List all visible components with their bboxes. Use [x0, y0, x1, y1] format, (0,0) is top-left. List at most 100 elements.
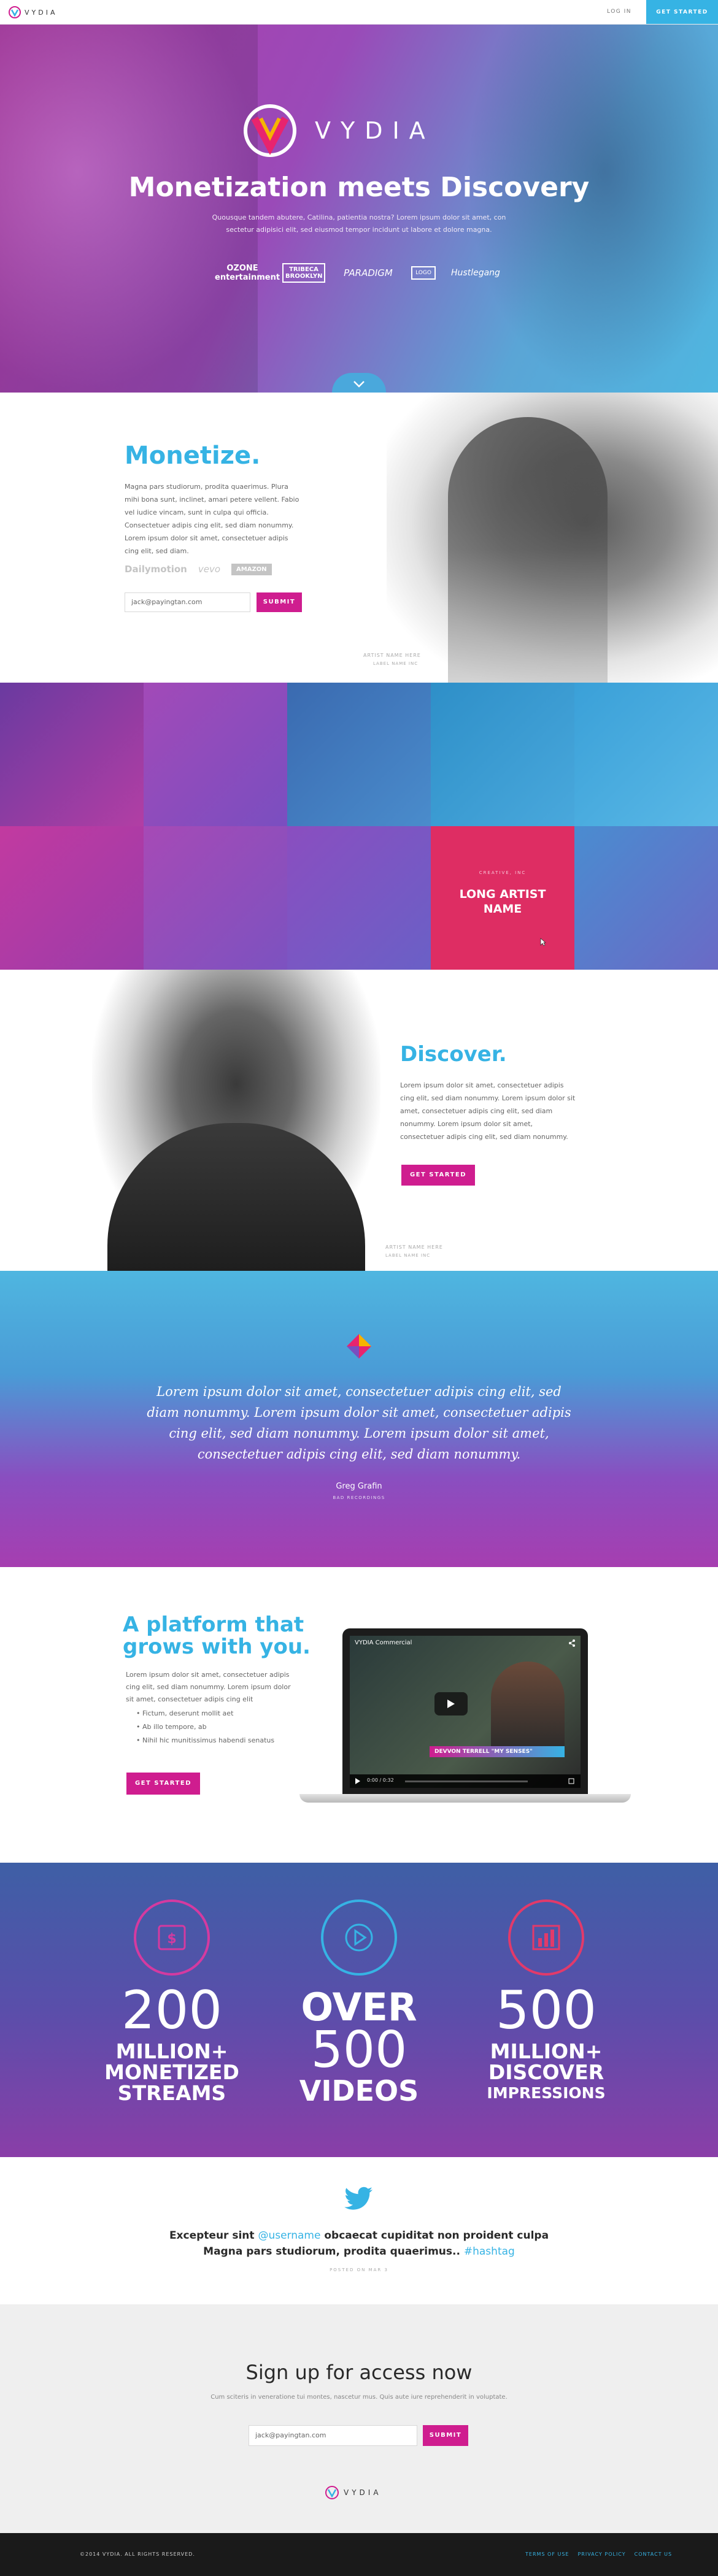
artist-tile[interactable] [0, 826, 144, 970]
video-caption: DEVVON TERRELL "MY SENSES" [430, 1746, 565, 1757]
twitter-bird-icon[interactable] [344, 2187, 374, 2211]
tweet-posted: POSTED ON MAR 3 [330, 2267, 388, 2272]
partner-vevo: vevo [198, 564, 221, 575]
discover-artist-photo [92, 970, 380, 1271]
discover-get-started-button[interactable]: GET STARTED [401, 1165, 475, 1186]
featured-name-2: NAME [483, 902, 522, 916]
footer-brand: VYDIA [344, 2488, 382, 2497]
tweet-line-2: Magna pars studiorum, prodita quaerimus.… [0, 2245, 718, 2258]
signup-subtitle: Cum sciteris in veneratione tui montes, … [210, 2394, 508, 2401]
logo-ozone: OZONE entertainment [215, 264, 280, 282]
artist-tile[interactable] [0, 683, 144, 826]
stat-line: VIDEOS [299, 2074, 419, 2107]
platform-section: A platform that grows with you. Lorem ip… [0, 1567, 718, 1863]
chart-icon [532, 1925, 560, 1950]
nav-logo[interactable]: VYDIA [9, 6, 57, 18]
play-icon [345, 1923, 373, 1952]
hero-logo: VYDIA [242, 103, 435, 158]
tweet-text: Excepteur sint [169, 2229, 258, 2242]
laptop-screen: VYDIA Commercial DEVVON TERRELL "MY SENS… [342, 1628, 588, 1794]
login-link[interactable]: LOG IN [607, 9, 631, 15]
footer-links: TERMS OF USE PRIVACY POLICY CONTACT US [525, 2551, 672, 2557]
hero-brand: VYDIA [315, 117, 435, 144]
logo-hustlegang: Hustlegang [451, 268, 500, 278]
footer-logo[interactable]: VYDIA [325, 2486, 382, 2499]
partner-logos: Dailymotion vevo AMAZON [125, 561, 309, 577]
artist-tile[interactable] [144, 683, 287, 826]
quote-section: Lorem ipsum dolor sit amet, consectetuer… [0, 1271, 718, 1567]
artist-tile[interactable] [431, 683, 574, 826]
hero-logos: OZONE entertainment TRIBECA BROOKLYN PAR… [215, 255, 503, 291]
logo-paradigm: PARADIGM [344, 267, 393, 278]
footer-link-privacy[interactable]: PRIVACY POLICY [577, 2551, 625, 2557]
dollar-icon: $ [158, 1925, 186, 1950]
hero-section: VYDIA Monetization meets Discovery Quous… [0, 25, 718, 393]
stat-number: 500 [311, 2021, 407, 2079]
featured-artist-tile[interactable]: CREATIVE, INC LONG ARTIST NAME [431, 826, 574, 970]
hero-photo-right [466, 25, 718, 393]
video-progress[interactable] [405, 1781, 528, 1782]
discover-section: ARTIST NAME HERE LABEL NAME INC Discover… [0, 970, 718, 1271]
stats-section: $ 200 MILLION+ MONETIZED STREAMS OVER 50… [0, 1863, 718, 2157]
stat-monetized: $ 200 MILLION+ MONETIZED STREAMS [98, 1899, 245, 2133]
discover-credit-2: LABEL NAME INC [385, 1253, 431, 1258]
signup-title: Sign up for access now [245, 2361, 473, 2384]
featured-name-1: LONG ARTIST [459, 887, 546, 901]
logo-badge: LOGO [411, 266, 436, 280]
chart-circle [508, 1899, 584, 1976]
signup-submit-button[interactable]: SUBMIT [423, 2425, 468, 2446]
play-icon[interactable] [355, 1778, 361, 1784]
signup-email-input[interactable]: jack@payingtan.com [249, 2425, 417, 2446]
artist-tile[interactable] [287, 683, 431, 826]
top-nav: VYDIA LOG IN GET STARTED [0, 0, 718, 25]
svg-text:$: $ [167, 1931, 176, 1947]
platform-title-1: A platform that [123, 1612, 304, 1637]
footer-link-terms[interactable]: TERMS OF USE [525, 2551, 569, 2557]
artist-grid: CREATIVE, INC LONG ARTIST NAME [0, 683, 718, 970]
vydia-logo-icon [325, 2486, 339, 2499]
logo-tribeca: TRIBECA BROOKLYN [282, 263, 325, 283]
platform-title-2: grows with you. [123, 1635, 311, 1659]
artist-tile[interactable] [144, 826, 287, 970]
video-time: 0:00 / 0:32 [367, 1777, 394, 1783]
artist-silhouette [448, 417, 608, 683]
monetize-artist-photo [387, 393, 718, 683]
artist-tile[interactable] [574, 826, 718, 970]
partner-dailymotion: Dailymotion [125, 564, 187, 575]
video-controls[interactable]: 0:00 / 0:32 [350, 1774, 581, 1788]
platform-bullet: • Nihil hic munitissimus habendi senatus [136, 1736, 275, 1744]
chevron-down-icon [353, 381, 365, 388]
vydia-logo-icon [9, 6, 21, 18]
platform-get-started-button[interactable]: GET STARTED [126, 1773, 200, 1795]
tweet-hashtag[interactable]: #hashtag [464, 2245, 515, 2258]
fullscreen-icon[interactable] [568, 1778, 574, 1784]
share-icon[interactable] [568, 1639, 576, 1647]
platform-body: Lorem ipsum dolor sit amet, consectetuer… [126, 1671, 291, 1703]
monetize-credit-1: ARTIST NAME HERE [363, 653, 421, 658]
copyright: ©2014 VYDIA. ALL RIGHTS RESERVED. [80, 2551, 195, 2557]
monetize-body: Magna pars studiorum, prodita quaerimus.… [125, 483, 299, 555]
monetize-submit-button[interactable]: SUBMIT [257, 592, 302, 612]
stat-videos: OVER 500 VIDEOS [285, 1899, 433, 2133]
stat-line: DISCOVER [488, 2060, 604, 2084]
partner-amazon: AMAZON [231, 563, 272, 575]
nav-get-started-button[interactable]: GET STARTED [646, 0, 718, 24]
platform-bullet: • Fictum, deserunt mollit aet [136, 1709, 234, 1717]
artist-tile[interactable] [574, 683, 718, 826]
stat-line: MILLION+ [490, 2039, 603, 2063]
tweet-mention[interactable]: @username [258, 2229, 320, 2242]
hero-subtitle-1: Quousque tandem abutere, Catilina, patie… [212, 213, 506, 221]
video-title: VYDIA Commercial [355, 1639, 412, 1646]
video-player[interactable]: VYDIA Commercial DEVVON TERRELL "MY SENS… [350, 1636, 581, 1788]
signup-section: Sign up for access now Cum sciteris in v… [0, 2304, 718, 2533]
footer-link-contact[interactable]: CONTACT US [635, 2551, 672, 2557]
tweet-line-1: Excepteur sint @username obcaecat cupidi… [0, 2229, 718, 2242]
quote-role: BAD RECORDINGS [333, 1495, 385, 1500]
monetize-email-input[interactable]: jack@payingtan.com [125, 592, 250, 612]
quote-text: Lorem ipsum dolor sit amet, consectetuer… [147, 1384, 571, 1462]
stat-number: 500 [495, 1980, 597, 2041]
scroll-down-button[interactable] [332, 373, 386, 393]
artist-tile[interactable] [287, 826, 431, 970]
play-button[interactable] [434, 1692, 468, 1715]
stat-impressions: 500 MILLION+ DISCOVER IMPRESSIONS [473, 1899, 620, 2133]
